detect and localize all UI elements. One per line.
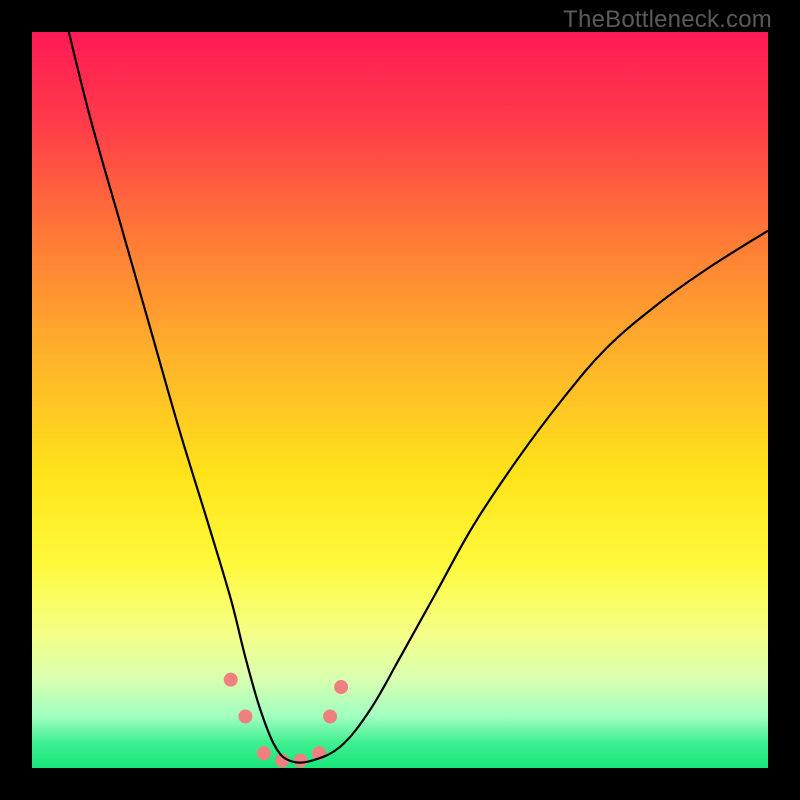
plot-area bbox=[32, 32, 768, 768]
highlight-dot bbox=[294, 754, 308, 768]
curve-layer bbox=[32, 32, 768, 768]
chart-frame: TheBottleneck.com bbox=[0, 0, 800, 800]
highlight-dot bbox=[224, 673, 238, 687]
highlight-dot bbox=[334, 680, 348, 694]
bottleneck-curve bbox=[69, 32, 768, 763]
highlight-dot bbox=[323, 709, 337, 723]
highlight-dot bbox=[257, 746, 271, 760]
watermark-text: TheBottleneck.com bbox=[563, 6, 772, 34]
highlight-dot bbox=[238, 709, 252, 723]
